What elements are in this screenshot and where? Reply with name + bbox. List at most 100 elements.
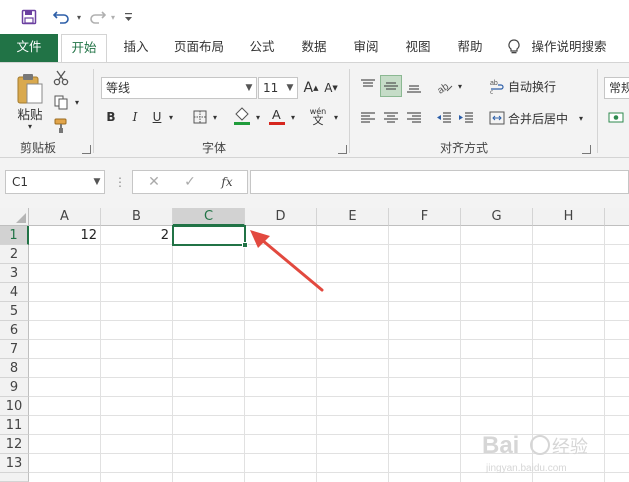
decrease-indent-icon[interactable] bbox=[434, 107, 454, 129]
phonetic-dropdown-icon[interactable]: ▾ bbox=[331, 111, 341, 123]
font-name-combo[interactable]: 等线 ▼ bbox=[101, 77, 257, 99]
row-header-6[interactable]: 6 bbox=[0, 321, 29, 340]
tab-data[interactable]: 数据 bbox=[292, 34, 336, 62]
orientation-dropdown-icon[interactable]: ▾ bbox=[455, 81, 465, 91]
row-header-3[interactable]: 3 bbox=[0, 264, 29, 283]
row-header-10[interactable]: 10 bbox=[0, 397, 29, 416]
cancel-icon[interactable]: ✕ bbox=[144, 172, 164, 192]
customize-icon[interactable] bbox=[120, 6, 136, 28]
paste-button[interactable]: 粘贴 bbox=[14, 105, 46, 122]
fill-color-dropdown-icon[interactable]: ▾ bbox=[253, 111, 263, 123]
row-header-8[interactable]: 8 bbox=[0, 359, 29, 378]
align-bottom-icon[interactable] bbox=[404, 75, 424, 97]
name-box[interactable]: C1 ▼ bbox=[5, 170, 105, 194]
column-header-g[interactable]: G bbox=[461, 208, 533, 226]
increase-indent-icon[interactable] bbox=[456, 107, 476, 129]
column-header-c[interactable]: C bbox=[173, 208, 245, 226]
orientation-icon[interactable]: ab bbox=[434, 75, 454, 97]
align-center-icon[interactable] bbox=[381, 107, 401, 129]
row-header-4[interactable]: 4 bbox=[0, 283, 29, 302]
fill-color-icon[interactable] bbox=[232, 105, 252, 127]
paste-icon[interactable] bbox=[12, 71, 48, 107]
column-header-h[interactable]: H bbox=[533, 208, 605, 226]
row-header-5[interactable]: 5 bbox=[0, 302, 29, 321]
alignment-launcher-icon[interactable] bbox=[582, 145, 591, 154]
copy-icon[interactable] bbox=[52, 93, 70, 111]
format-painter-icon[interactable] bbox=[52, 117, 70, 135]
wrap-text-icon[interactable]: ab c bbox=[488, 75, 506, 97]
bold-button[interactable]: B bbox=[103, 107, 119, 127]
currency-icon[interactable] bbox=[606, 107, 626, 129]
row-header-7[interactable]: 7 bbox=[0, 340, 29, 359]
phonetic-guide-icon[interactable]: wén 文 bbox=[306, 105, 330, 127]
redo-dropdown-icon[interactable]: ▾ bbox=[108, 6, 118, 28]
tab-home[interactable]: 开始 bbox=[61, 34, 107, 63]
align-right-icon[interactable] bbox=[404, 107, 424, 129]
tab-insert[interactable]: 插入 bbox=[114, 34, 158, 62]
cell-a1[interactable]: 12 bbox=[29, 226, 100, 245]
paste-dropdown-icon[interactable]: ▾ bbox=[20, 121, 40, 131]
borders-icon[interactable] bbox=[190, 107, 210, 127]
font-launcher-icon[interactable] bbox=[338, 145, 347, 154]
row-header-12[interactable]: 12 bbox=[0, 435, 29, 454]
increase-font-icon[interactable]: A ▲ bbox=[302, 77, 320, 99]
underline-dropdown-icon[interactable]: ▾ bbox=[166, 111, 176, 123]
align-left-icon[interactable] bbox=[358, 107, 378, 129]
wrap-text-button[interactable]: 自动换行 bbox=[508, 76, 568, 96]
borders-dropdown-icon[interactable]: ▾ bbox=[210, 111, 220, 123]
chevron-down-icon[interactable]: ▼ bbox=[241, 78, 256, 98]
font-size-combo[interactable]: 11 ▼ bbox=[258, 77, 298, 99]
insert-function-button[interactable]: fx bbox=[216, 172, 238, 192]
align-top-icon[interactable] bbox=[358, 75, 378, 97]
tab-review[interactable]: 审阅 bbox=[344, 34, 388, 62]
chevron-down-icon[interactable]: ▼ bbox=[89, 171, 104, 193]
row-header-2[interactable]: 2 bbox=[0, 245, 29, 264]
row-header-1[interactable]: 1 bbox=[0, 226, 29, 245]
tab-formulas[interactable]: 公式 bbox=[240, 34, 284, 62]
merge-center-icon[interactable] bbox=[488, 107, 506, 129]
underline-button[interactable]: U bbox=[150, 107, 164, 127]
clipboard-launcher-icon[interactable] bbox=[82, 145, 91, 154]
font-color-icon[interactable]: A bbox=[267, 105, 287, 127]
italic-button[interactable]: I bbox=[127, 107, 143, 127]
group-label-font: 字体 bbox=[202, 141, 227, 155]
row-header-11[interactable]: 11 bbox=[0, 416, 29, 435]
undo-icon[interactable] bbox=[50, 6, 74, 28]
tab-help[interactable]: 帮助 bbox=[448, 34, 492, 62]
formula-bar-area: C1 ▼ ⋮ ✕ ✓ fx bbox=[0, 158, 629, 208]
selected-cell-c1[interactable] bbox=[172, 225, 246, 246]
gridline bbox=[29, 415, 629, 416]
cell-b1[interactable]: 2 bbox=[101, 226, 172, 245]
select-all-corner[interactable] bbox=[0, 208, 29, 226]
tell-me-search[interactable]: 操作说明搜索 bbox=[528, 34, 610, 62]
tab-file[interactable]: 文件 bbox=[0, 34, 58, 62]
worksheet-grid[interactable]: A B C D E F G H 1 2 3 4 5 6 7 8 9 10 11 … bbox=[0, 208, 629, 482]
column-header-b[interactable]: B bbox=[101, 208, 173, 226]
resize-handle-icon[interactable]: ⋮ bbox=[114, 174, 126, 190]
font-color-dropdown-icon[interactable]: ▾ bbox=[288, 111, 298, 123]
cut-icon[interactable] bbox=[52, 69, 70, 87]
number-format-combo[interactable]: 常规 bbox=[604, 77, 629, 99]
column-header-partial[interactable] bbox=[605, 208, 629, 226]
svg-text:c: c bbox=[490, 89, 493, 94]
column-header-a[interactable]: A bbox=[29, 208, 101, 226]
chevron-down-icon[interactable]: ▼ bbox=[282, 78, 297, 98]
row-header-partial[interactable] bbox=[0, 473, 29, 482]
save-icon[interactable] bbox=[18, 6, 40, 28]
row-header-9[interactable]: 9 bbox=[0, 378, 29, 397]
decrease-font-icon[interactable]: A ▼ bbox=[322, 77, 340, 99]
tab-page-layout[interactable]: 页面布局 bbox=[166, 34, 232, 62]
row-header-13[interactable]: 13 bbox=[0, 454, 29, 473]
undo-dropdown-icon[interactable]: ▾ bbox=[74, 6, 84, 28]
enter-icon[interactable]: ✓ bbox=[180, 172, 200, 192]
merge-dropdown-icon[interactable]: ▾ bbox=[576, 113, 586, 123]
column-header-f[interactable]: F bbox=[389, 208, 461, 226]
redo-icon[interactable] bbox=[86, 6, 108, 28]
tab-view[interactable]: 视图 bbox=[396, 34, 440, 62]
align-middle-icon[interactable] bbox=[380, 75, 402, 97]
merge-center-button[interactable]: 合并后居中 bbox=[508, 108, 576, 128]
svg-text:Bai: Bai bbox=[482, 432, 519, 459]
copy-dropdown-icon[interactable]: ▾ bbox=[72, 97, 82, 107]
lightbulb-icon[interactable] bbox=[502, 34, 526, 62]
formula-input[interactable] bbox=[250, 170, 629, 194]
